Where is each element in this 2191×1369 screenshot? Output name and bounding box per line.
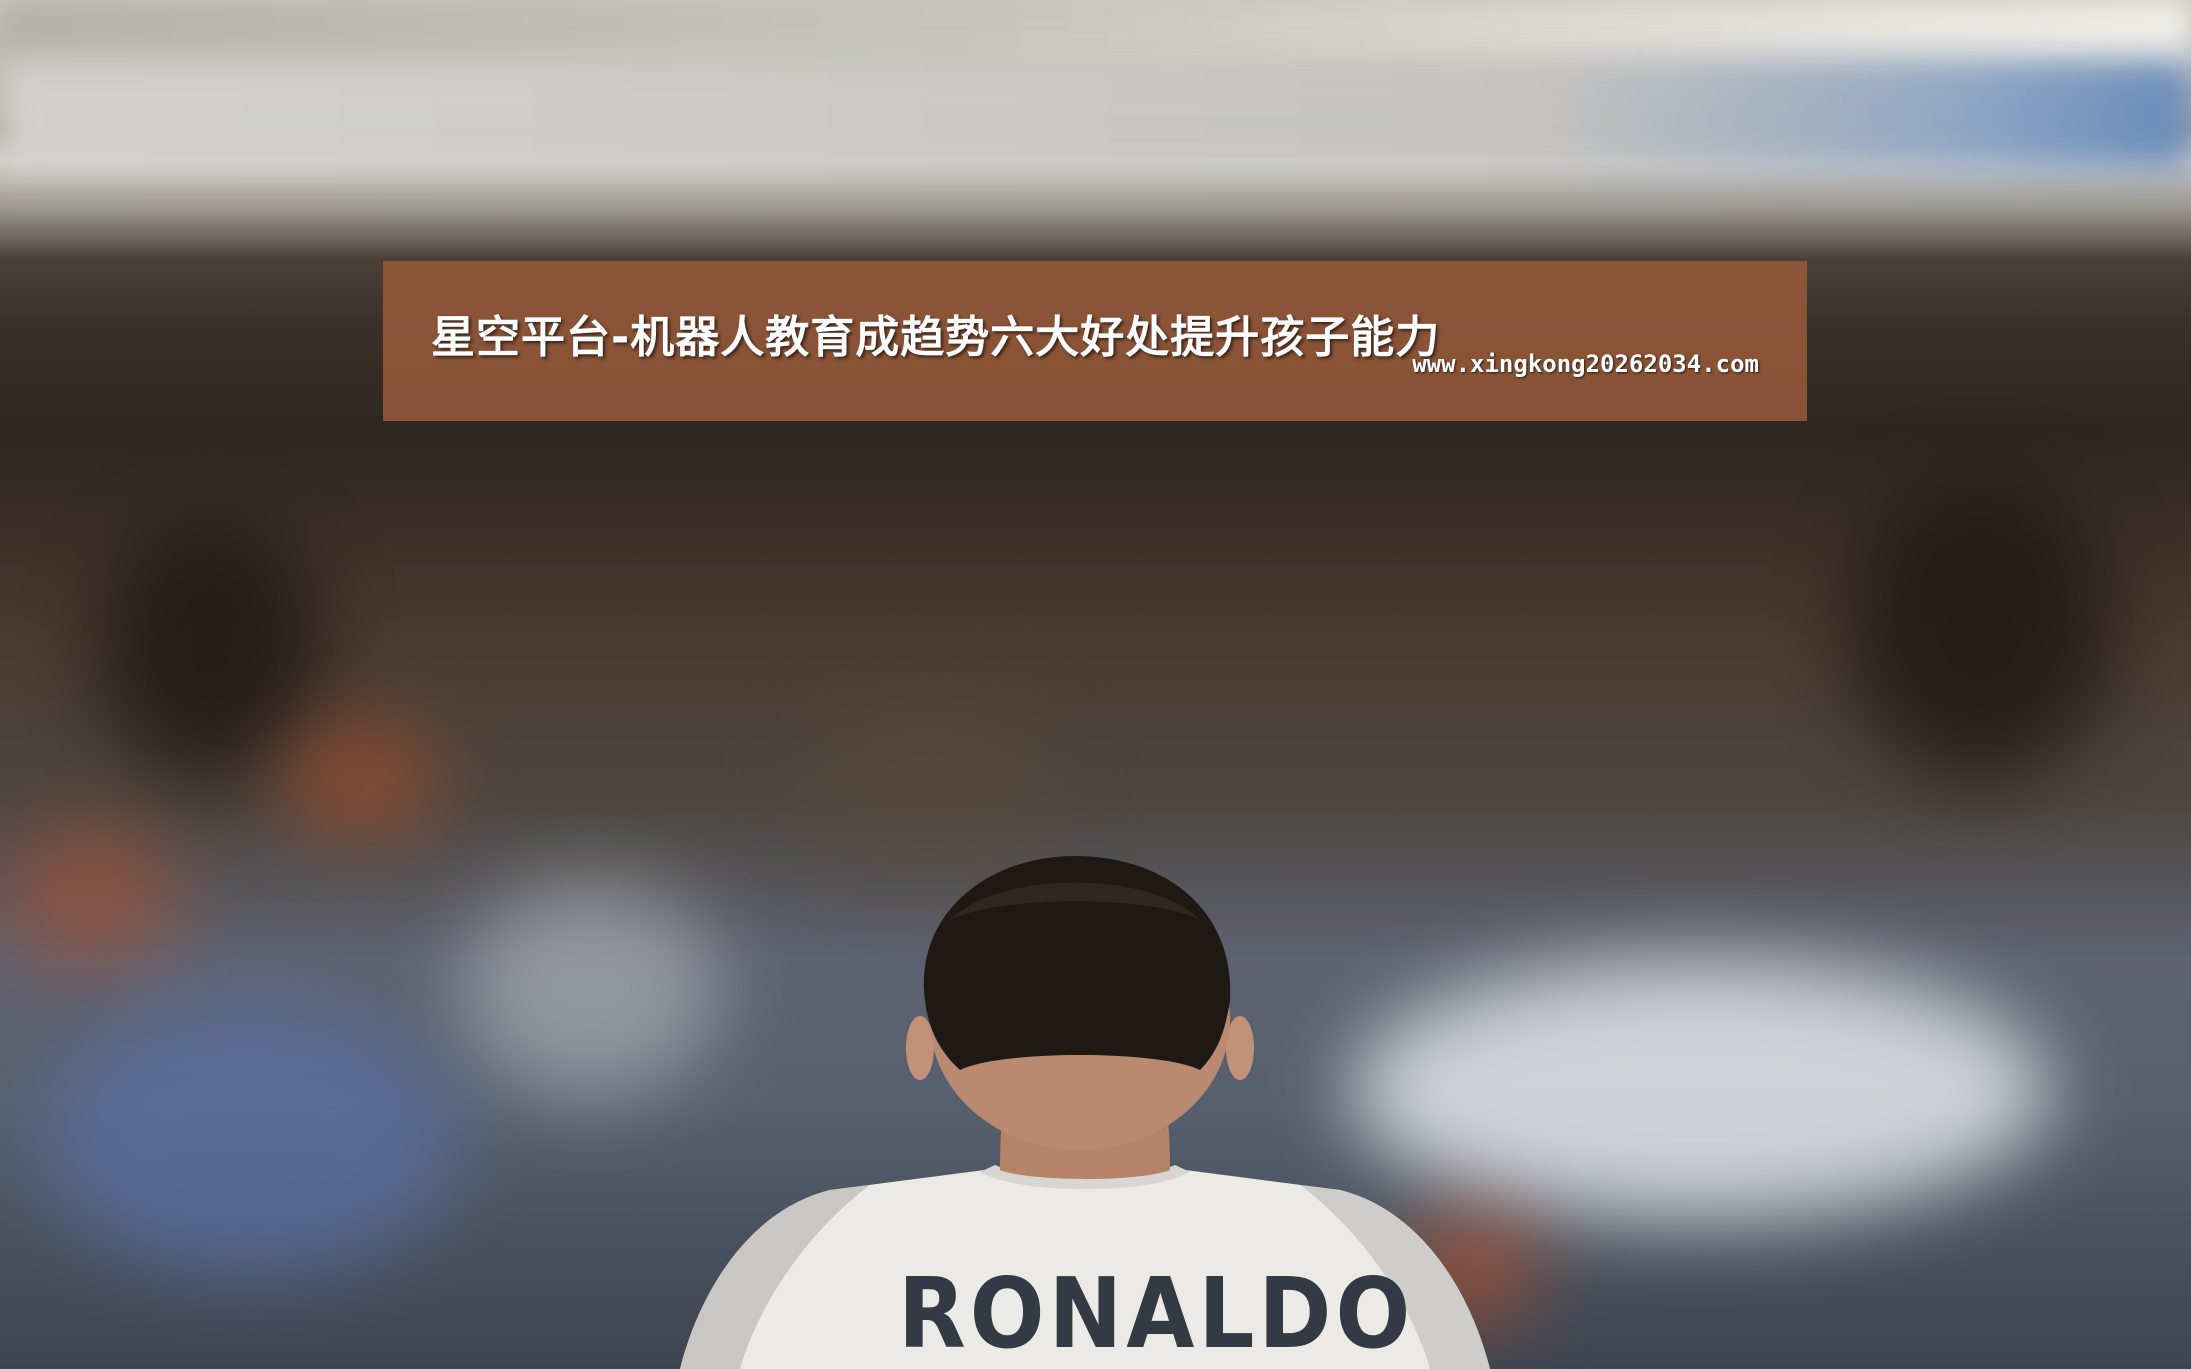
crowd-blur bbox=[100, 520, 320, 780]
crowd-blur bbox=[1850, 480, 2110, 780]
photo-scene: RONALDO 星空平台-机器人教育成趋势六大好处提升孩子能力 www.xing… bbox=[0, 0, 2191, 1369]
banner-title: 星空平台-机器人教育成趋势六大好处提升孩子能力 bbox=[431, 312, 1441, 363]
crowd-blur bbox=[280, 720, 440, 840]
left-ear bbox=[906, 1016, 934, 1080]
crowd-blur bbox=[40, 1000, 460, 1280]
stadium-stand-blur bbox=[0, 60, 2191, 170]
crowd-blur bbox=[0, 820, 180, 970]
jersey-name: RONALDO bbox=[898, 1256, 1415, 1369]
banner-url: www.xingkong20262034.com bbox=[1412, 350, 1759, 378]
title-banner: 星空平台-机器人教育成趋势六大好处提升孩子能力 www.xingkong2026… bbox=[383, 261, 1807, 421]
right-ear bbox=[1226, 1016, 1254, 1080]
